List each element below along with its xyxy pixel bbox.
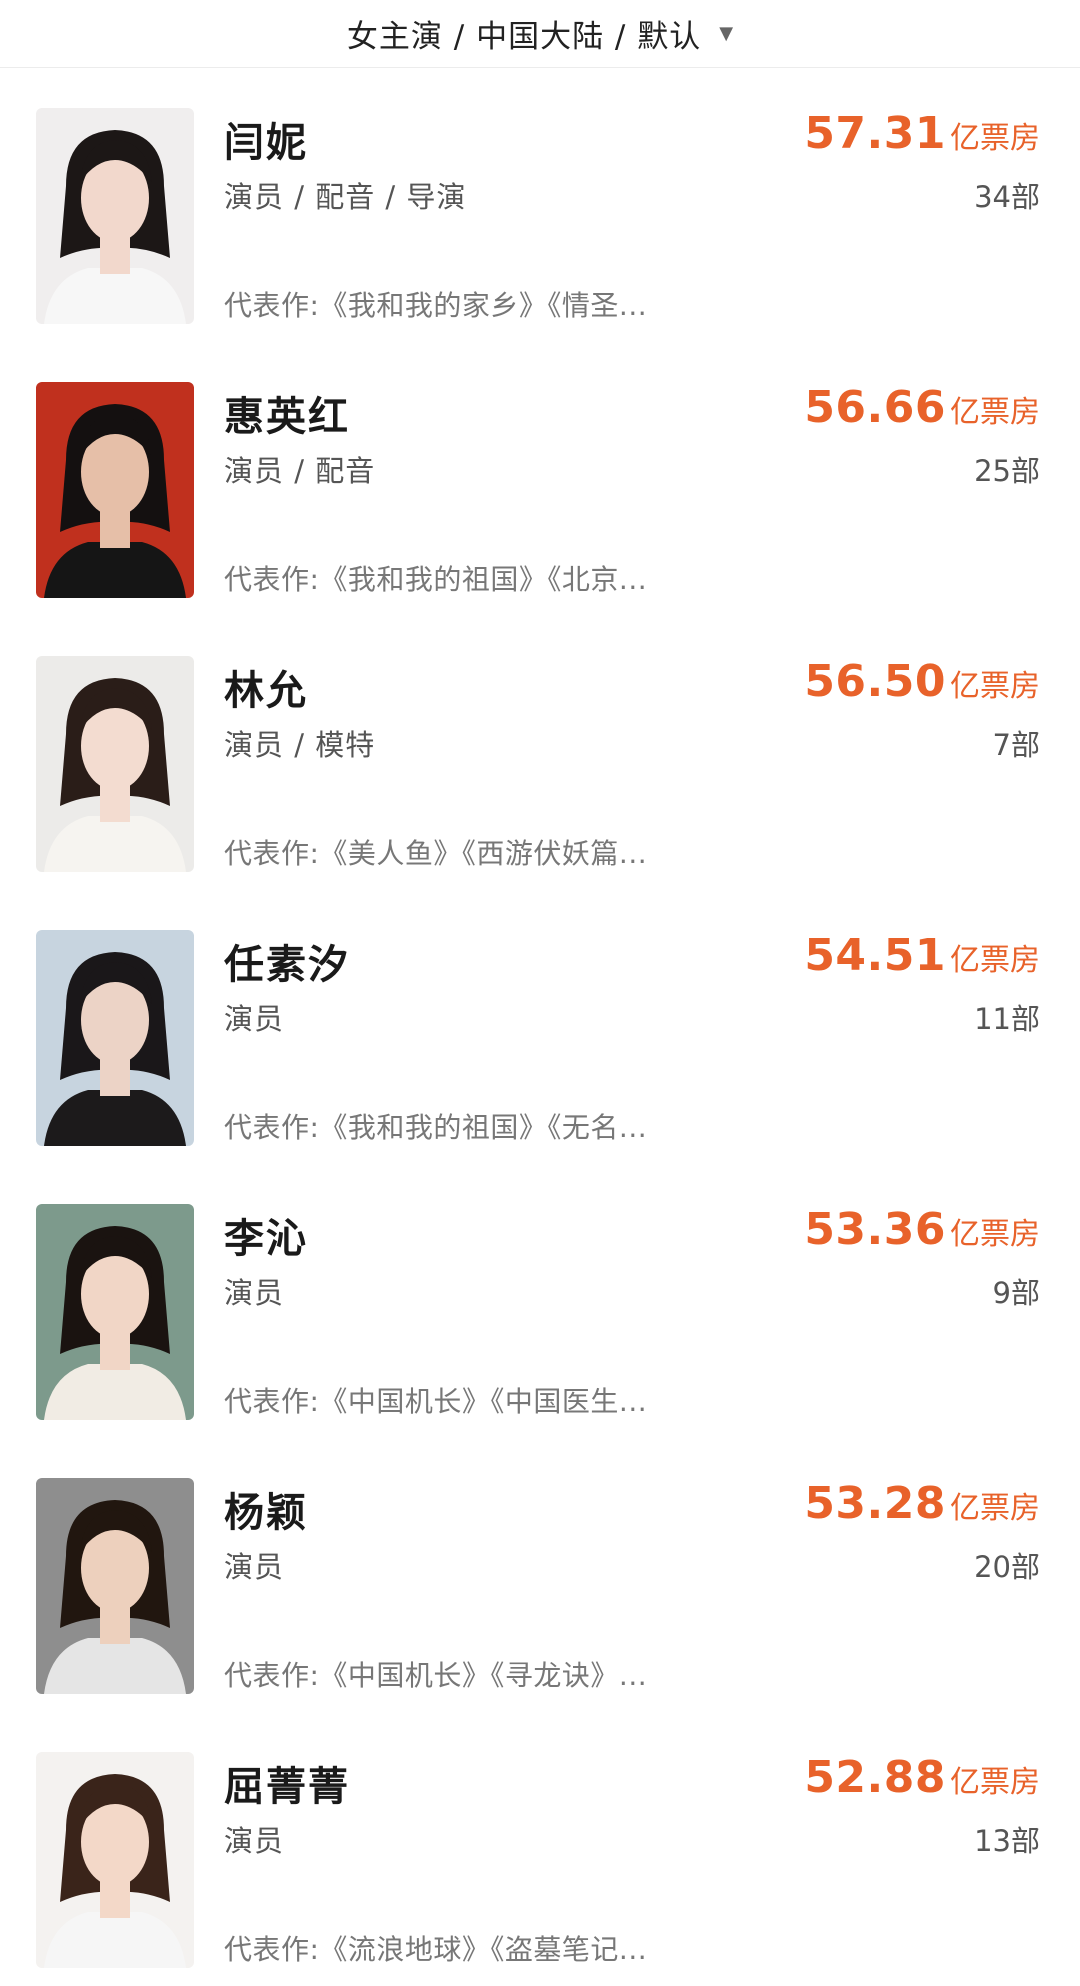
portrait-photo-icon <box>36 1478 194 1694</box>
actress-list: 闫妮 演员 / 配音 / 导演 代表作:《我和我的家乡》《情圣... 57.31… <box>0 68 1080 1986</box>
representative-works: 代表作:《我和我的家乡》《情圣... <box>224 289 648 322</box>
actress-roles: 演员 / 配音 <box>224 454 376 488</box>
box-office-value: 56.66 <box>804 382 946 433</box>
avatar[interactable] <box>36 382 194 598</box>
actress-name[interactable]: 惠英红 <box>224 384 350 442</box>
avatar[interactable] <box>36 1204 194 1420</box>
representative-works: 代表作:《中国机长》《寻龙诀》... <box>224 1659 648 1692</box>
dropdown-arrow-icon[interactable]: ▼ <box>719 23 733 44</box>
film-count: 20部 <box>974 1550 1040 1584</box>
portrait-photo-icon <box>36 382 194 598</box>
list-item[interactable]: 任素汐 演员 代表作:《我和我的祖国》《无名... 54.51 亿票房 11部 <box>0 890 1080 1164</box>
actress-name[interactable]: 任素汐 <box>224 932 350 990</box>
actress-name[interactable]: 杨颖 <box>224 1480 308 1538</box>
representative-works: 代表作:《我和我的祖国》《北京... <box>224 563 648 596</box>
filter-bar[interactable]: 女主演 / 中国大陆 / 默认 ▼ <box>0 0 1080 68</box>
box-office-unit: 亿票房 <box>950 669 1040 704</box>
box-office: 56.66 亿票房 <box>804 382 1040 433</box>
box-office-unit: 亿票房 <box>950 943 1040 978</box>
portrait-photo-icon <box>36 656 194 872</box>
film-count: 7部 <box>992 728 1040 762</box>
representative-works: 代表作:《美人鱼》《西游伏妖篇... <box>224 837 648 870</box>
box-office-value: 53.28 <box>804 1478 946 1529</box>
actress-name[interactable]: 李沁 <box>224 1206 308 1264</box>
film-count: 11部 <box>974 1002 1040 1036</box>
portrait-photo-icon <box>36 930 194 1146</box>
box-office: 53.28 亿票房 <box>804 1478 1040 1529</box>
list-item[interactable]: 李沁 演员 代表作:《中国机长》《中国医生... 53.36 亿票房 9部 <box>0 1164 1080 1438</box>
box-office-unit: 亿票房 <box>950 395 1040 430</box>
box-office-unit: 亿票房 <box>950 121 1040 156</box>
box-office: 52.88 亿票房 <box>804 1752 1040 1803</box>
avatar[interactable] <box>36 108 194 324</box>
box-office-value: 56.50 <box>804 656 946 707</box>
box-office-value: 54.51 <box>804 930 946 981</box>
portrait-photo-icon <box>36 1752 194 1968</box>
film-count: 13部 <box>974 1824 1040 1858</box>
actress-roles: 演员 <box>224 1550 285 1584</box>
portrait-photo-icon <box>36 1204 194 1420</box>
box-office-unit: 亿票房 <box>950 1217 1040 1252</box>
box-office-unit: 亿票房 <box>950 1765 1040 1800</box>
avatar[interactable] <box>36 1752 194 1968</box>
film-count: 34部 <box>974 180 1040 214</box>
actress-roles: 演员 <box>224 1002 285 1036</box>
box-office: 56.50 亿票房 <box>804 656 1040 707</box>
actress-roles: 演员 <box>224 1824 285 1858</box>
actress-roles: 演员 <box>224 1276 285 1310</box>
box-office-unit: 亿票房 <box>950 1491 1040 1526</box>
avatar[interactable] <box>36 656 194 872</box>
box-office-value: 52.88 <box>804 1752 946 1803</box>
representative-works: 代表作:《我和我的祖国》《无名... <box>224 1111 648 1144</box>
box-office-value: 53.36 <box>804 1204 946 1255</box>
actress-roles: 演员 / 模特 <box>224 728 376 762</box>
representative-works: 代表作:《流浪地球》《盗墓笔记... <box>224 1933 648 1966</box>
avatar[interactable] <box>36 930 194 1146</box>
list-item[interactable]: 林允 演员 / 模特 代表作:《美人鱼》《西游伏妖篇... 56.50 亿票房 … <box>0 616 1080 890</box>
film-count: 9部 <box>992 1276 1040 1310</box>
list-item[interactable]: 屈菁菁 演员 代表作:《流浪地球》《盗墓笔记... 52.88 亿票房 13部 <box>0 1712 1080 1986</box>
avatar[interactable] <box>36 1478 194 1694</box>
box-office-value: 57.31 <box>804 108 946 159</box>
box-office: 54.51 亿票房 <box>804 930 1040 981</box>
list-item[interactable]: 闫妮 演员 / 配音 / 导演 代表作:《我和我的家乡》《情圣... 57.31… <box>0 68 1080 342</box>
actress-name[interactable]: 闫妮 <box>224 110 308 168</box>
portrait-photo-icon <box>36 108 194 324</box>
representative-works: 代表作:《中国机长》《中国医生... <box>224 1385 648 1418</box>
actress-name[interactable]: 林允 <box>224 658 308 716</box>
actress-name[interactable]: 屈菁菁 <box>224 1754 350 1812</box>
filter-label[interactable]: 女主演 / 中国大陆 / 默认 <box>347 11 701 56</box>
film-count: 25部 <box>974 454 1040 488</box>
list-item[interactable]: 杨颖 演员 代表作:《中国机长》《寻龙诀》... 53.28 亿票房 20部 <box>0 1438 1080 1712</box>
actress-roles: 演员 / 配音 / 导演 <box>224 180 467 214</box>
box-office: 57.31 亿票房 <box>804 108 1040 159</box>
box-office: 53.36 亿票房 <box>804 1204 1040 1255</box>
list-item[interactable]: 惠英红 演员 / 配音 代表作:《我和我的祖国》《北京... 56.66 亿票房… <box>0 342 1080 616</box>
